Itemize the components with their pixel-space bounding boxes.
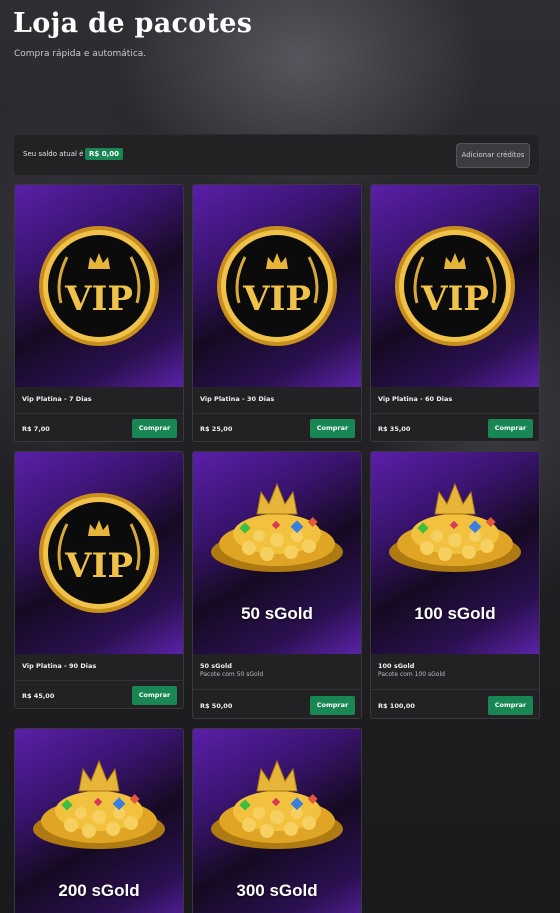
product-price: R$ 7,00 — [22, 425, 50, 433]
vip-emblem-text: VIP — [242, 279, 311, 319]
image-gold-label: 200 sGold — [58, 881, 140, 900]
vip-emblem-text: VIP — [420, 279, 489, 319]
vip-emblem-icon: VIP — [395, 226, 515, 346]
buy-button[interactable]: Comprar — [132, 419, 177, 438]
product-card: VIP Vip Platina - 90 Dias R$ 45,00 Compr… — [14, 451, 184, 709]
product-card: 100 sGold 100 sGold Pacote com 100 sGold… — [370, 451, 540, 719]
product-card: VIP Vip Platina - 7 Dias R$ 7,00 Comprar — [14, 184, 184, 442]
divider — [371, 689, 539, 690]
vip-emblem-text: VIP — [64, 279, 133, 319]
add-credits-button[interactable]: Adicionar créditos — [456, 143, 530, 168]
product-image[interactable]: VIP — [371, 185, 539, 387]
balance-bar: Seu saldo atual é R$ 0,00 Adicionar créd… — [13, 134, 540, 176]
product-image[interactable]: 300 sGold — [193, 729, 361, 913]
product-name: 100 sGold — [378, 662, 415, 670]
vip-emblem-icon: VIP — [39, 226, 159, 346]
vip-emblem-icon: VIP — [39, 493, 159, 613]
product-description: Pacote com 50 sGold — [200, 671, 264, 678]
product-price: R$ 45,00 — [22, 692, 55, 700]
divider — [371, 413, 539, 414]
product-card: 200 sGold — [14, 728, 184, 913]
page-subtitle: Compra rápida e automática. — [14, 49, 147, 59]
product-card: 50 sGold 50 sGold Pacote com 50 sGold R$… — [192, 451, 362, 719]
buy-button[interactable]: Comprar — [310, 696, 355, 715]
product-name: Vip Platina - 90 Dias — [22, 662, 97, 670]
balance-value-badge: R$ 0,00 — [85, 148, 123, 160]
balance-label: Seu saldo atual é — [23, 150, 84, 158]
product-name: Vip Platina - 30 Dias — [200, 395, 275, 403]
product-card: VIP Vip Platina - 30 Dias R$ 25,00 Compr… — [192, 184, 362, 442]
product-price: R$ 35,00 — [378, 425, 411, 433]
product-image[interactable]: 200 sGold — [15, 729, 183, 913]
divider — [15, 413, 183, 414]
page-title: Loja de pacotes — [13, 8, 253, 39]
product-image[interactable]: 100 sGold — [371, 452, 539, 654]
image-gold-label: 100 sGold — [414, 604, 496, 623]
buy-button[interactable]: Comprar — [488, 696, 533, 715]
image-gold-label: 300 sGold — [236, 881, 318, 900]
product-image[interactable]: VIP — [15, 452, 183, 654]
product-image[interactable]: VIP — [15, 185, 183, 387]
divider — [193, 413, 361, 414]
product-price: R$ 25,00 — [200, 425, 233, 433]
buy-button[interactable]: Comprar — [132, 686, 177, 705]
product-description: Pacote com 100 sGold — [378, 671, 445, 678]
buy-button[interactable]: Comprar — [310, 419, 355, 438]
divider — [193, 689, 361, 690]
image-gold-label: 50 sGold — [241, 604, 313, 623]
product-name: 50 sGold — [200, 662, 232, 670]
product-name: Vip Platina - 7 Dias — [22, 395, 92, 403]
vip-emblem-icon: VIP — [217, 226, 337, 346]
product-image[interactable]: VIP — [193, 185, 361, 387]
product-name: Vip Platina - 60 Dias — [378, 395, 453, 403]
product-card: 300 sGold — [192, 728, 362, 913]
vip-emblem-text: VIP — [64, 546, 133, 586]
buy-button[interactable]: Comprar — [488, 419, 533, 438]
product-image[interactable]: 50 sGold — [193, 452, 361, 654]
divider — [15, 680, 183, 681]
product-price: R$ 50,00 — [200, 702, 233, 710]
product-card: VIP Vip Platina - 60 Dias R$ 35,00 Compr… — [370, 184, 540, 442]
product-price: R$ 100,00 — [378, 702, 415, 710]
